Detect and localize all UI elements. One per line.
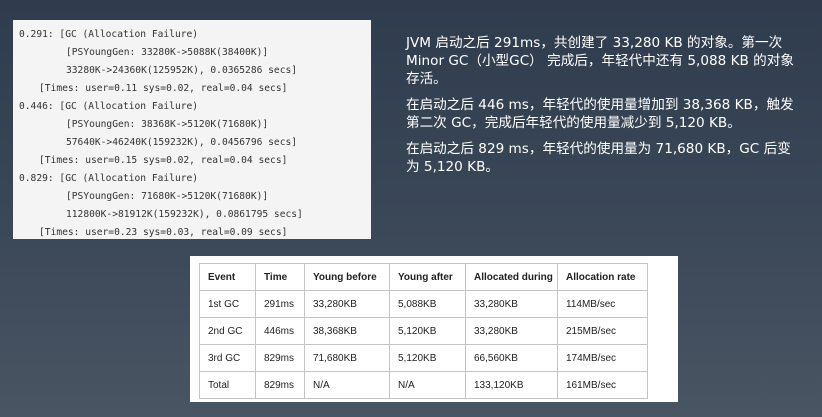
gc-explanation: JVM 启动之后 291ms，共创建了 33,280 KB 的对象。第一次 Mi… <box>406 34 798 184</box>
gc-log-panel: 0.291: [GC (Allocation Failure) [PSYoung… <box>13 20 371 239</box>
gc-log-line: [PSYoungGen: 33280K->5088K(38400K)] <box>66 47 269 58</box>
table-cell: 5,088KB <box>389 290 466 318</box>
gc-explanation-paragraph-2: 在启动之后 446 ms，年轻代的使用量增加到 38,368 KB，触发第二次 … <box>406 97 794 131</box>
column-header-allocation-rate: Allocation rate <box>557 263 648 291</box>
gc-log-line: 0.829: [GC (Allocation Failure) <box>19 173 199 184</box>
table-cell: 33,280KB <box>465 317 558 345</box>
table-cell: 71,680KB <box>304 344 390 372</box>
table-cell: 174MB/sec <box>557 344 648 372</box>
column-header-time: Time <box>255 263 305 291</box>
gc-log-line: 57640K->46240K(159232K), 0.0456796 secs] <box>66 137 298 148</box>
table-header-row: Event Time Young before Young after Allo… <box>199 263 648 291</box>
gc-log-line: 112800K->81912K(159232K), 0.0861795 secs… <box>66 209 303 220</box>
table-row: 3rd GC 829ms 71,680KB 5,120KB 66,560KB 1… <box>199 344 648 372</box>
table-row: 2nd GC 446ms 38,368KB 5,120KB 33,280KB 2… <box>199 317 648 345</box>
table-cell: 5,120KB <box>389 344 466 372</box>
table-cell: Total <box>199 371 256 399</box>
table-cell: 829ms <box>255 344 305 372</box>
table-cell: 2nd GC <box>199 317 256 345</box>
table-cell: 215MB/sec <box>557 317 648 345</box>
gc-log-line: [Times: user=0.15 sys=0.02, real=0.04 se… <box>39 155 288 166</box>
gc-explanation-paragraph-1: JVM 启动之后 291ms，共创建了 33,280 KB 的对象。第一次 Mi… <box>406 35 794 87</box>
table-cell: 114MB/sec <box>557 290 648 318</box>
column-header-young-after: Young after <box>389 263 466 291</box>
table-cell: N/A <box>304 371 390 399</box>
gc-log-line: [Times: user=0.11 sys=0.02, real=0.04 se… <box>39 83 288 94</box>
table-cell: 38,368KB <box>304 317 390 345</box>
column-header-young-before: Young before <box>304 263 390 291</box>
table-cell: 161MB/sec <box>557 371 648 399</box>
column-header-allocated-during: Allocated during <box>465 263 558 291</box>
column-header-event: Event <box>199 263 256 291</box>
gc-log-line: [PSYoungGen: 71680K->5120K(71680K)] <box>66 191 269 202</box>
table-cell: 133,120KB <box>465 371 558 399</box>
gc-log-line: [Times: user=0.23 sys=0.03, real=0.09 se… <box>39 227 288 238</box>
gc-summary-table: Event Time Young before Young after Allo… <box>199 263 648 399</box>
table-cell: 5,120KB <box>389 317 466 345</box>
gc-log-line: 0.446: [GC (Allocation Failure) <box>19 101 199 112</box>
table-cell: 66,560KB <box>465 344 558 372</box>
gc-explanation-paragraph-3: 在启动之后 829 ms，年轻代的使用量为 71,680 KB，GC 后变为 5… <box>406 141 791 175</box>
gc-log-line: 0.291: [GC (Allocation Failure) <box>19 29 199 40</box>
table-row: Total 829ms N/A N/A 133,120KB 161MB/sec <box>199 371 648 399</box>
table-cell: 291ms <box>255 290 305 318</box>
table-cell: 1st GC <box>199 290 256 318</box>
table-cell: 829ms <box>255 371 305 399</box>
table-cell: 33,280KB <box>465 290 558 318</box>
table-cell: 446ms <box>255 317 305 345</box>
table-row: 1st GC 291ms 33,280KB 5,088KB 33,280KB 1… <box>199 290 648 318</box>
table-cell: 33,280KB <box>304 290 390 318</box>
gc-log-line: [PSYoungGen: 38368K->5120K(71680K)] <box>66 119 269 130</box>
table-cell: N/A <box>389 371 466 399</box>
table-cell: 3rd GC <box>199 344 256 372</box>
gc-summary-table-panel: Event Time Young before Young after Allo… <box>190 256 678 402</box>
gc-log-line: 33280K->24360K(125952K), 0.0365286 secs] <box>66 65 298 76</box>
